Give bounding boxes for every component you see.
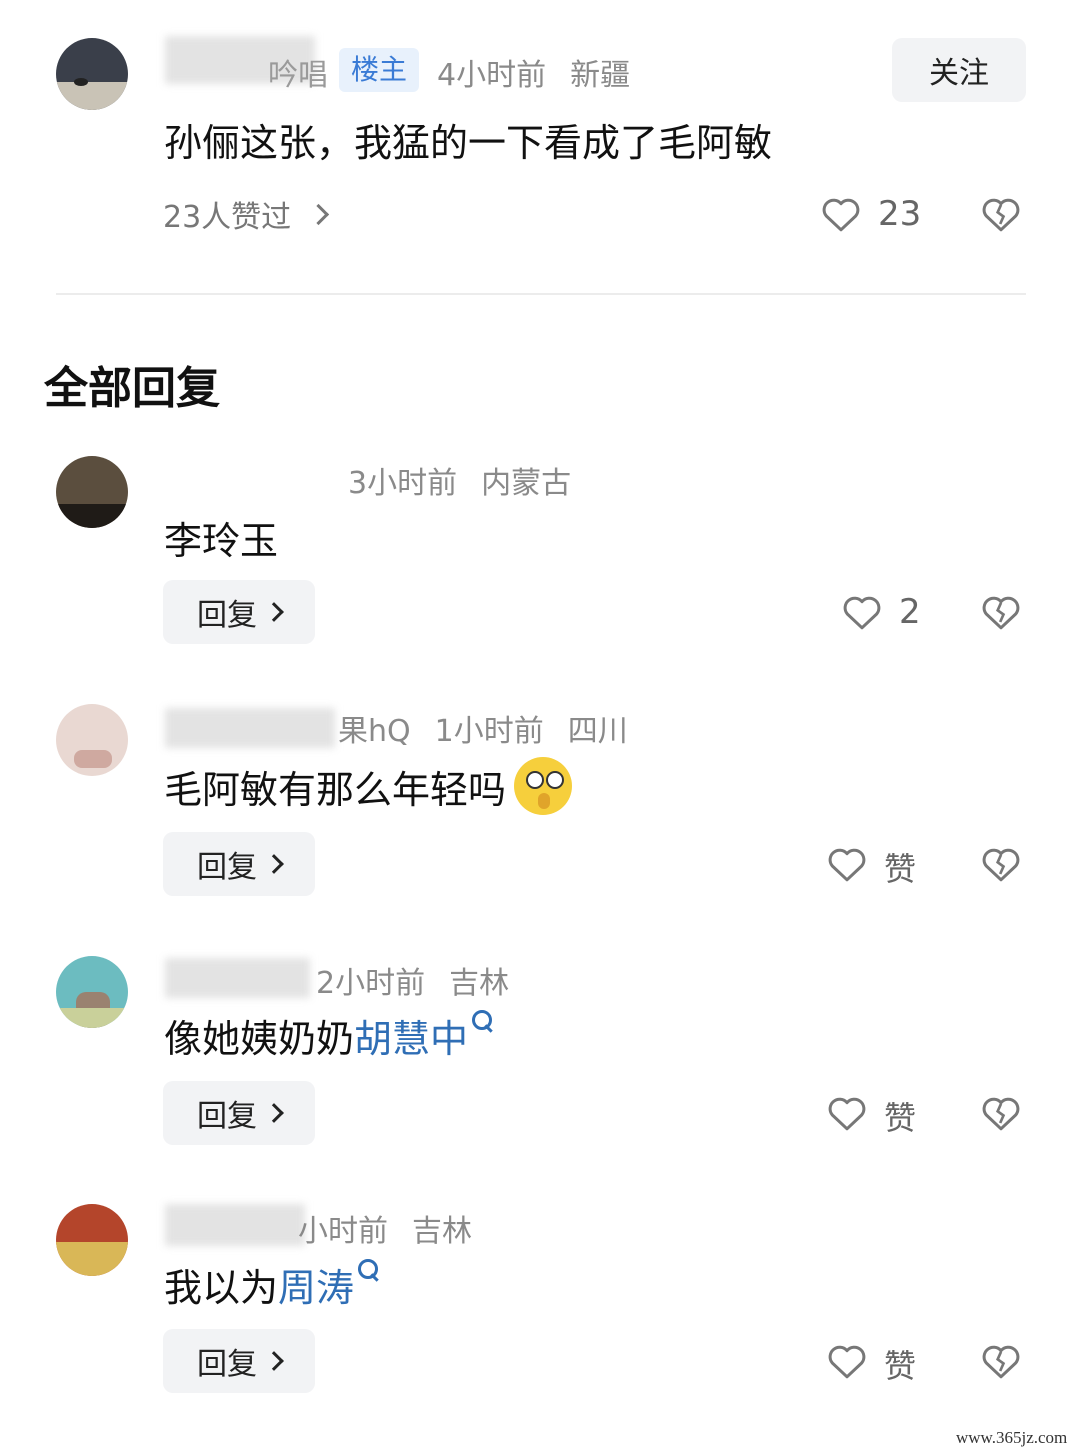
reply-button[interactable]: 回复 <box>163 1081 315 1145</box>
reply-time: 2小时前 <box>316 966 426 1001</box>
reply-meta: 小时前 吉林 <box>298 1206 472 1250</box>
username-redacted <box>165 708 335 748</box>
reply-location: 吉林 <box>449 966 510 1001</box>
avatar[interactable] <box>56 38 128 110</box>
likers-link[interactable]: 23人赞过 <box>163 192 330 236</box>
reply-text: 像她姨奶奶胡慧中 <box>164 1008 493 1063</box>
like-count: 2 <box>899 592 921 632</box>
owner-badge: 楼主 <box>339 48 420 92</box>
follow-button[interactable]: 关注 <box>892 38 1026 102</box>
avatar[interactable] <box>56 956 128 1028</box>
comment-location: 新疆 <box>570 58 631 93</box>
reply-button[interactable]: 回复 <box>163 1329 315 1393</box>
divider <box>56 293 1026 295</box>
chevron-right-icon <box>308 203 330 225</box>
chevron-right-icon <box>264 1103 284 1123</box>
avatar[interactable] <box>56 1204 128 1276</box>
reply-meta: 果hQ 1小时前 四川 <box>338 706 628 750</box>
reply-time: 3小时前 <box>348 466 458 501</box>
reply-location: 内蒙古 <box>481 466 572 501</box>
dislike-broken-heart-icon[interactable] <box>981 845 1021 883</box>
reply-button[interactable]: 回复 <box>163 580 315 644</box>
dislike-broken-heart-icon[interactable] <box>981 593 1021 631</box>
search-icon <box>472 1010 493 1030</box>
reply-meta: 3小时前 内蒙古 <box>348 458 571 502</box>
avatar[interactable] <box>56 456 128 528</box>
username[interactable]: 吟唱 <box>268 58 328 93</box>
dislike-broken-heart-icon[interactable] <box>981 195 1021 233</box>
like-label: 赞 <box>884 1347 917 1385</box>
like-label: 赞 <box>884 1099 917 1137</box>
dislike-broken-heart-icon[interactable] <box>981 1094 1021 1132</box>
dislike-broken-heart-icon[interactable] <box>981 1342 1021 1380</box>
reply-text: 李玲玉 <box>164 519 279 563</box>
reply-button[interactable]: 回复 <box>163 832 315 896</box>
chevron-right-icon <box>264 602 284 622</box>
reply-time: 1小时前 <box>434 714 544 749</box>
comment-meta: 吟唱 <box>268 50 328 94</box>
username[interactable]: 果hQ <box>338 714 411 749</box>
shocked-emoji-icon <box>514 757 573 815</box>
search-link[interactable]: 胡慧中 <box>354 1017 468 1061</box>
username-redacted <box>165 1204 305 1246</box>
chevron-right-icon <box>264 854 284 874</box>
reply-time: 小时前 <box>298 1214 388 1249</box>
like-heart-icon[interactable] <box>821 195 861 233</box>
like-heart-icon[interactable] <box>842 593 882 631</box>
comment-text: 孙俪这张，我猛的一下看成了毛阿敏 <box>164 121 773 165</box>
watermark: www.365jz.com <box>956 1428 1068 1447</box>
reply-location: 吉林 <box>412 1214 472 1249</box>
reply-text: 我以为周涛 <box>164 1257 379 1312</box>
reply-meta: 2小时前 吉林 <box>316 958 509 1002</box>
likers-label: 23人赞过 <box>163 200 292 235</box>
avatar[interactable] <box>56 704 128 776</box>
follow-label: 关注 <box>929 56 989 91</box>
reply-location: 四川 <box>567 714 628 749</box>
comment-time: 4小时前 <box>437 58 547 93</box>
like-count: 23 <box>878 194 922 234</box>
chevron-right-icon <box>264 1351 284 1371</box>
like-heart-icon[interactable] <box>827 1094 867 1132</box>
username-redacted <box>165 958 310 998</box>
section-title: 全部回复 <box>44 363 220 414</box>
reply-text: 毛阿敏有那么年轻吗 <box>164 757 573 815</box>
comment-time-location: 4小时前 新疆 <box>437 50 630 94</box>
like-heart-icon[interactable] <box>827 845 867 883</box>
like-label: 赞 <box>884 850 917 888</box>
search-icon <box>358 1259 379 1279</box>
search-link[interactable]: 周涛 <box>278 1266 354 1310</box>
like-heart-icon[interactable] <box>827 1342 867 1380</box>
